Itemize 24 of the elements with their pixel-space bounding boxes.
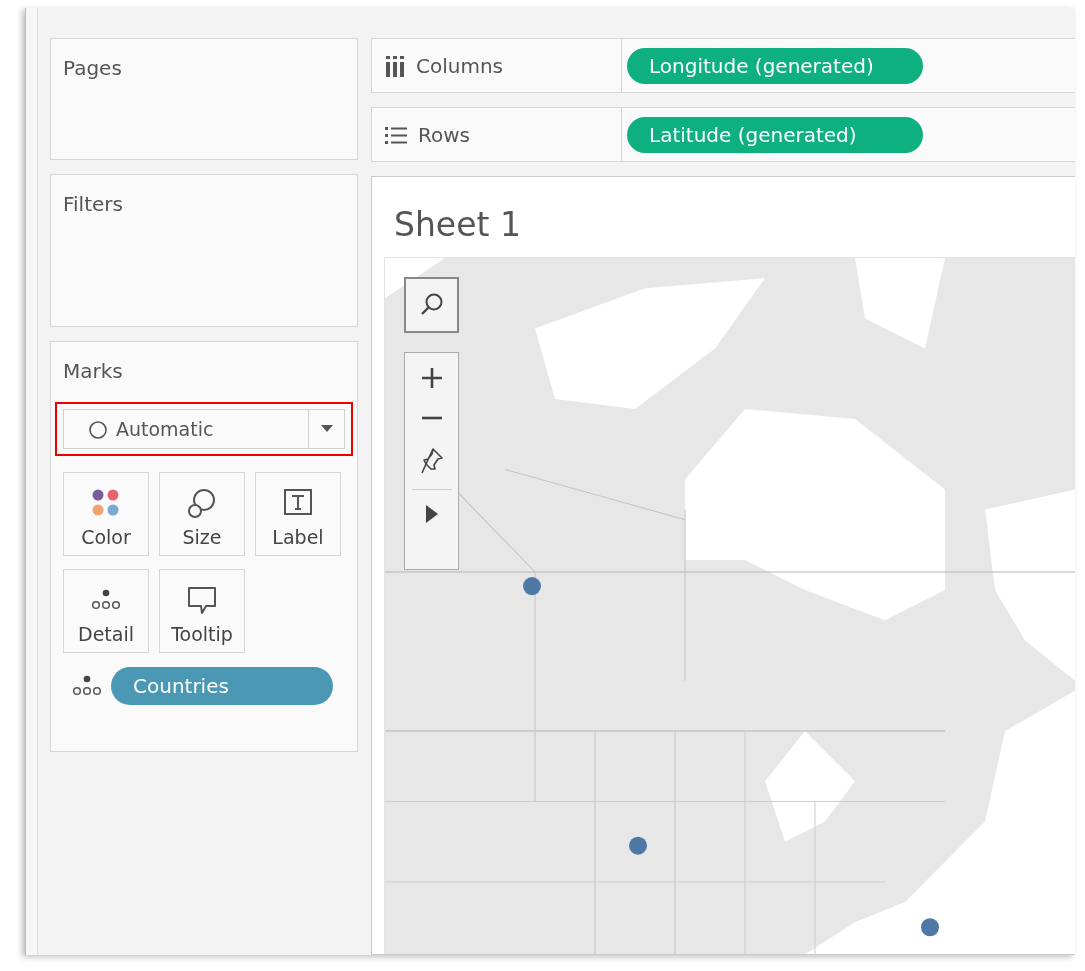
list-icon [384,124,408,145]
mark-property-button[interactable]: Detail [63,569,149,653]
mark-property-button[interactable]: Label [255,472,341,556]
map-point[interactable] [921,917,939,936]
card-title: Pages [63,55,123,82]
mark-property-button[interactable]: Tooltip [159,569,245,653]
shelf-label: Columns [416,52,503,80]
card-title: Filters [63,191,124,218]
play-icon[interactable] [424,503,439,524]
circle-icon [88,420,108,441]
shelf-label: Rows [418,121,470,149]
circles-icon [186,486,218,519]
map-point[interactable] [523,576,541,595]
pin-icon[interactable] [419,446,444,475]
search-button[interactable] [404,276,459,333]
columns-icon [384,54,406,77]
card-title: Marks [63,358,124,385]
mark-property-button[interactable]: Size [159,472,245,556]
mark-property-button[interactable]: Color [63,472,149,556]
mark-type-dropdown[interactable]: Automatic [63,409,345,449]
caret-icon [320,425,333,433]
zoom-in-icon[interactable] [420,366,443,389]
map-point[interactable] [629,836,647,855]
sheet-title: Sheet 1 [394,205,522,245]
